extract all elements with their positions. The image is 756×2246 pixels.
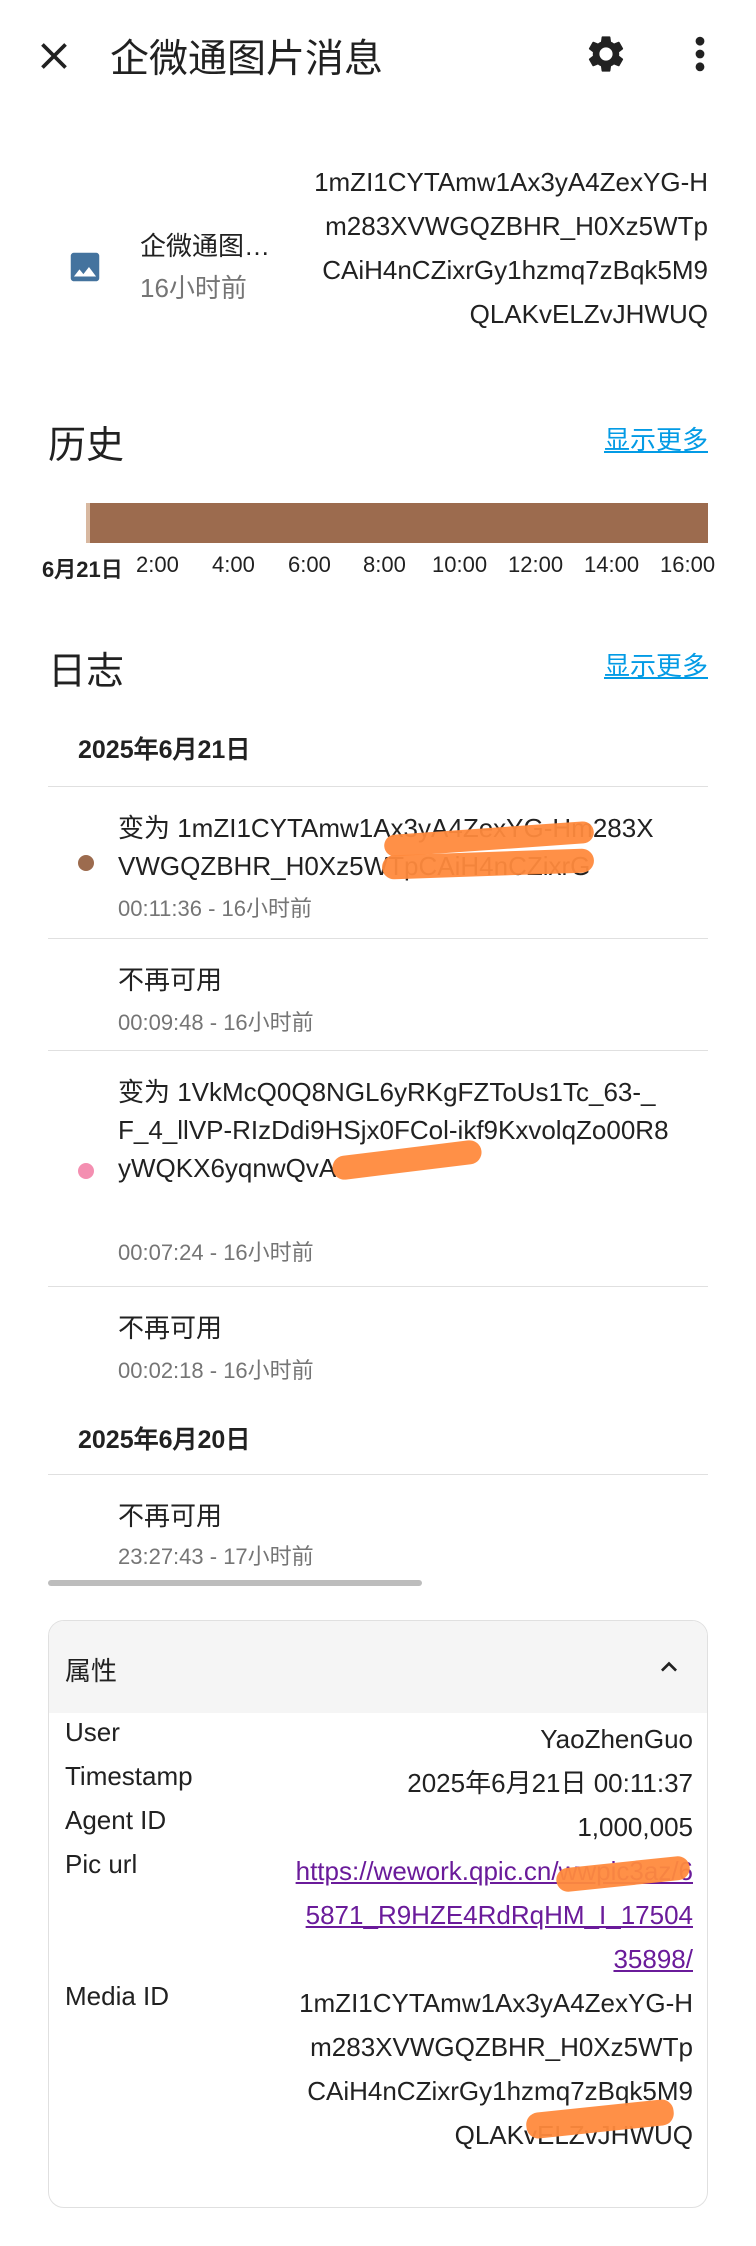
- axis-tick-label: 6:00: [288, 552, 331, 577]
- axis-tick-label: 10:00: [432, 552, 488, 577]
- gear-icon[interactable]: [584, 32, 628, 76]
- axis-tick-label: 16:00: [660, 552, 716, 577]
- history-timeline-bar[interactable]: [86, 503, 708, 543]
- chevron-up-icon[interactable]: [653, 1651, 685, 1683]
- image-icon: [70, 252, 100, 282]
- entity-name: 企微通图片消息: [140, 231, 280, 261]
- axis-tick-label: 14:00: [584, 552, 640, 577]
- history-time-axis: 6月21日 2:00 4:00 6:00 8:00 10:00 12:00 14…: [0, 552, 756, 586]
- log-entry-time: 00:02:18 - 16小时前: [118, 1358, 314, 1383]
- history-show-more-link[interactable]: 显示更多: [604, 420, 708, 457]
- attribute-value: 1mZI1CYTAmw1Ax3yA4ZexYG-Hm283XVWGQZBHR_H…: [299, 1988, 693, 2150]
- log-entry[interactable]: 不再可用 00:09:48 - 16小时前: [48, 938, 708, 1050]
- log-entry[interactable]: 不再可用 00:02:18 - 16小时前: [48, 1286, 708, 1394]
- attributes-header[interactable]: 属性: [49, 1621, 707, 1713]
- log-date-header: 2025年6月20日: [78, 1426, 251, 1454]
- log-entry-message: 不再可用: [118, 1313, 223, 1343]
- dialog-title: 企微通图片消息: [110, 38, 384, 81]
- state-color-dot: [78, 1163, 94, 1179]
- attribute-key: Media ID: [65, 1981, 170, 2011]
- log-entry-time: 00:07:24 - 16小时前: [118, 1240, 314, 1265]
- logbook-scrollbar[interactable]: [48, 1580, 422, 1586]
- timeline-start-marker: [86, 503, 90, 543]
- axis-tick-label: 4:00: [212, 552, 255, 577]
- attribute-key: Timestamp: [65, 1761, 193, 1791]
- state-color-dot: [78, 855, 94, 871]
- attribute-key: Agent ID: [65, 1805, 167, 1835]
- entity-summary[interactable]: 企微通图片消息 16小时前 1mZI1CYTAmw1Ax3yA4ZexYG-Hm…: [0, 150, 756, 380]
- log-entry[interactable]: 变为 1mZI1CYTAmw1Ax3yA4ZexYG-Hm283XVWGQZBH…: [48, 786, 708, 938]
- log-date-header: 2025年6月21日: [78, 736, 251, 764]
- log-entry-time: 00:11:36 - 16小时前: [118, 896, 313, 921]
- log-entry[interactable]: 不再可用 23:27:43 - 17小时前: [48, 1474, 708, 1574]
- top-app-bar: 企微通图片消息: [0, 0, 756, 110]
- axis-tick-label: 2:00: [136, 552, 179, 577]
- axis-tick-label: 8:00: [363, 552, 406, 577]
- attribute-key: Pic url: [65, 1849, 138, 1879]
- attribute-value: 2025年6月21日 00:11:37: [407, 1768, 693, 1798]
- attribute-value: YaoZhenGuo: [540, 1724, 693, 1754]
- attribute-key: User: [65, 1717, 120, 1747]
- logbook-show-more-link[interactable]: 显示更多: [604, 646, 708, 683]
- log-entry-message: 不再可用: [118, 965, 223, 995]
- history-title: 历史: [48, 425, 125, 467]
- log-entry-time: 23:27:43 - 17小时前: [118, 1544, 314, 1569]
- log-entry-message: 不再可用: [118, 1501, 223, 1531]
- more-vert-icon[interactable]: [686, 32, 714, 76]
- attribute-row-timestamp: Timestamp 2025年6月21日 00:11:37: [65, 1761, 693, 1805]
- attribute-row-user: User YaoZhenGuo: [65, 1717, 693, 1761]
- axis-tick-label: 12:00: [508, 552, 564, 577]
- attributes-title: 属性: [65, 1656, 118, 1686]
- attribute-row-agent-id: Agent ID 1,000,005: [65, 1805, 693, 1849]
- entity-last-changed: 16小时前: [140, 273, 247, 303]
- attribute-row-media-id: Media ID 1mZI1CYTAmw1Ax3yA4ZexYG-Hm283XV…: [65, 1981, 693, 2201]
- logbook-title: 日志: [48, 651, 125, 693]
- close-icon[interactable]: [32, 34, 76, 78]
- entity-state: 1mZI1CYTAmw1Ax3yA4ZexYG-Hm283XVWGQZBHR_H…: [314, 167, 708, 329]
- attribute-value: 1,000,005: [577, 1812, 693, 1842]
- log-entry-time: 00:09:48 - 16小时前: [118, 1010, 314, 1035]
- axis-tick-label: 6月21日: [42, 557, 123, 582]
